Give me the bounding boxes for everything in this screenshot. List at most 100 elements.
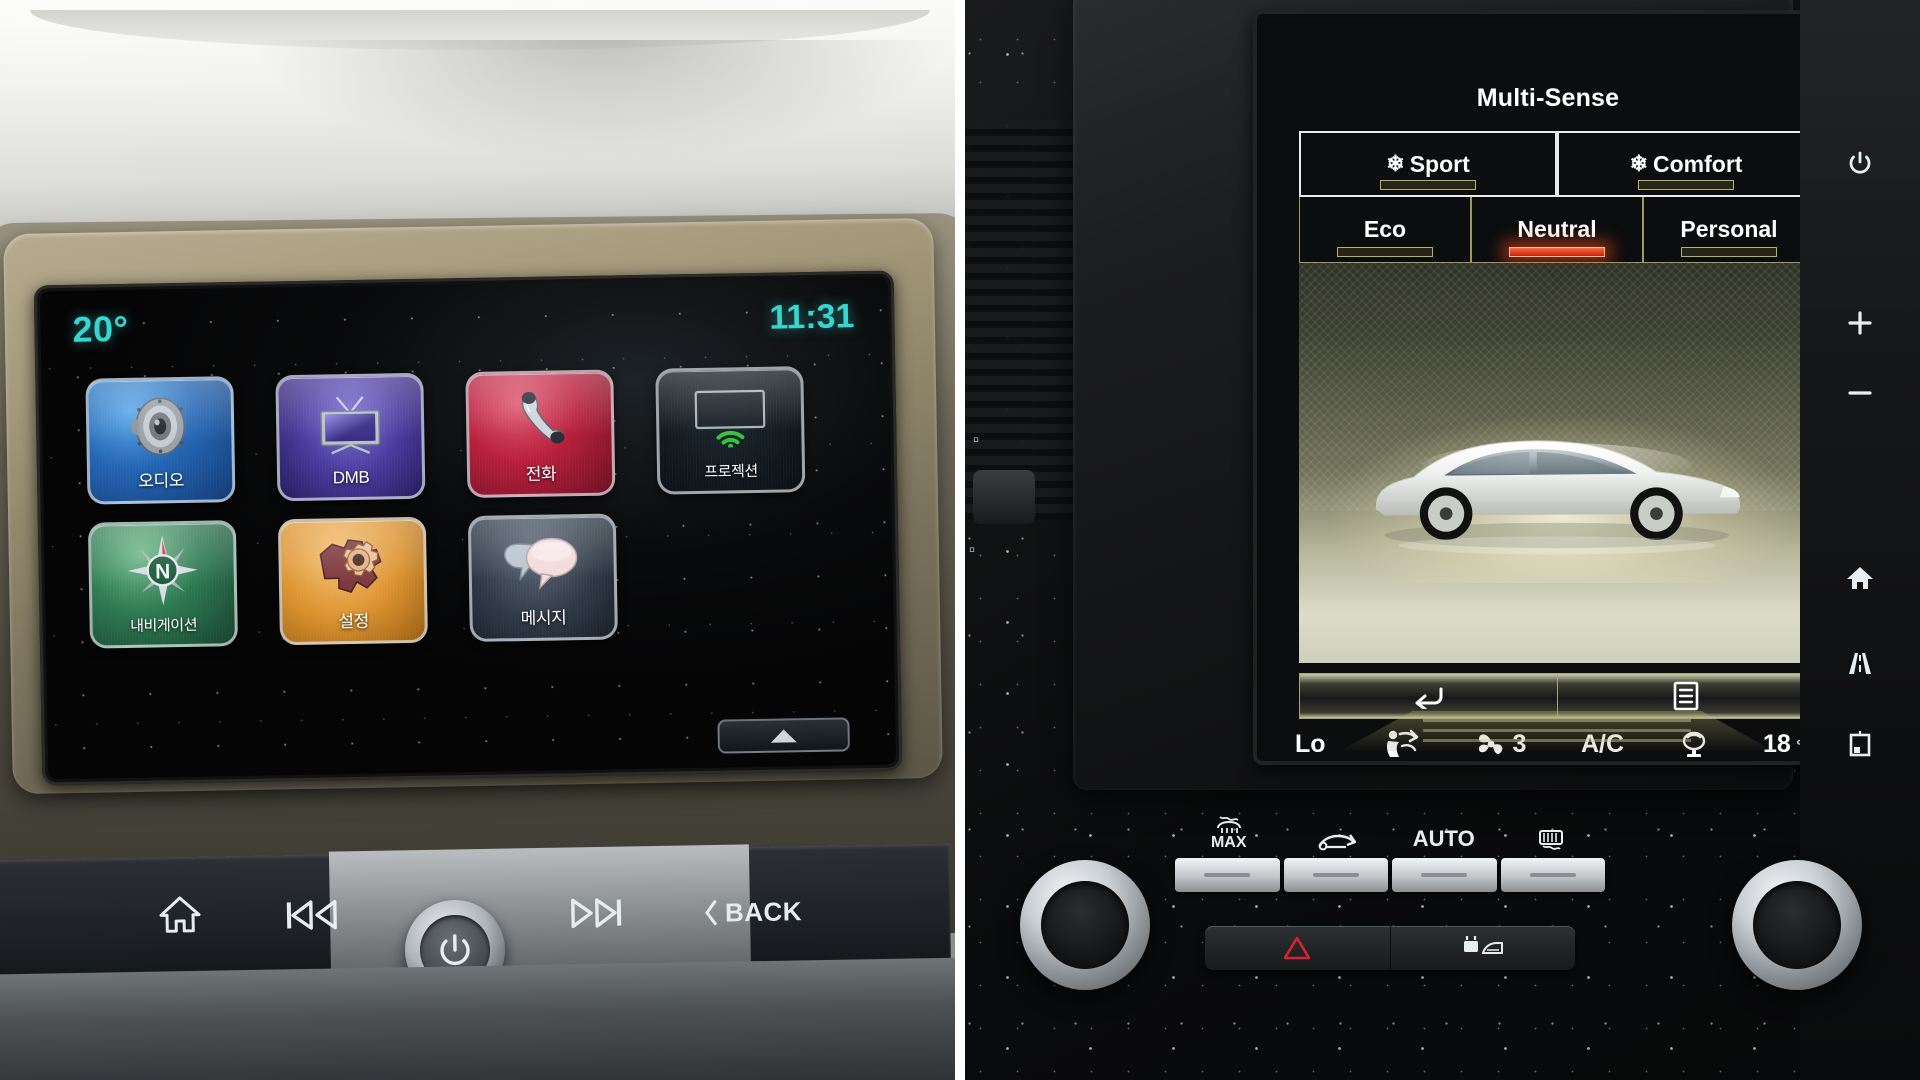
app-tile-phone[interactable]: 전화 xyxy=(465,369,616,499)
app-label: 메시지 xyxy=(520,608,567,629)
app-tile-dmb[interactable]: DMB xyxy=(275,372,426,502)
minus-icon xyxy=(1847,387,1873,399)
door-lock-icon xyxy=(1461,936,1505,960)
home-icon xyxy=(158,894,203,935)
right-dash-vent xyxy=(955,120,1075,520)
left-infotainment-system: 20° 11:31 오디오 DMB 전화 프로젝션 N 내비게이션 설정 메시지… xyxy=(0,0,955,1080)
left-screen-frame: 20° 11:31 오디오 DMB 전화 프로젝션 N 내비게이션 설정 메시지 xyxy=(33,270,903,786)
power-icon xyxy=(1847,150,1873,176)
plus-icon xyxy=(1847,310,1873,336)
power-button[interactable] xyxy=(1800,140,1920,186)
app-label: 내비게이션 xyxy=(130,616,198,635)
primary-mode-row: ❄ Sport ❄ Comfort xyxy=(1299,131,1815,197)
mode-tab-personal[interactable]: Personal xyxy=(1643,197,1815,263)
home-button[interactable] xyxy=(150,891,211,936)
secondary-mode-row: Eco Neutral Personal xyxy=(1299,197,1815,263)
message-icon xyxy=(471,526,614,600)
previous-track-button[interactable] xyxy=(278,894,349,935)
rear-defrost-button[interactable] xyxy=(1500,858,1605,892)
home-icon xyxy=(1846,565,1874,591)
next-track-icon xyxy=(563,895,628,930)
outside-temperature: 20° xyxy=(72,307,129,350)
hazard-lights-button[interactable] xyxy=(1205,926,1390,970)
mode-indicator-bar-active xyxy=(1509,247,1605,257)
gear-icon xyxy=(281,530,424,604)
driver-temperature-knob[interactable] xyxy=(1014,854,1156,996)
vent-marker-icon: ▫ xyxy=(973,430,980,449)
dual-infotainment-comparison: 20° 11:31 오디오 DMB 전화 프로젝션 N 내비게이션 설정 메시지… xyxy=(0,0,1920,1080)
hazard-lock-row xyxy=(1205,926,1575,970)
mode-selector: ❄ Sport ❄ Comfort Eco Neutral Personal xyxy=(1299,131,1815,263)
vent-adjust-knob[interactable] xyxy=(973,470,1035,524)
left-touchscreen[interactable]: 20° 11:31 오디오 DMB 전화 프로젝션 N 내비게이션 설정 메시지 xyxy=(39,276,897,780)
driver-temperature[interactable]: Lo xyxy=(1295,730,1326,758)
projection-icon xyxy=(658,379,801,453)
auto-climate-label: AUTO xyxy=(1412,826,1475,851)
windshield-curve xyxy=(250,40,950,160)
snowflake-icon: ❄ xyxy=(1386,151,1405,176)
mode-tab-neutral[interactable]: Neutral xyxy=(1471,197,1643,263)
app-tile-settings[interactable]: 설정 xyxy=(277,516,428,646)
central-lock-button[interactable] xyxy=(1389,926,1576,970)
app-tile-audio[interactable]: 오디오 xyxy=(85,376,236,505)
mode-label: Comfort xyxy=(1653,150,1743,177)
app-label: DMB xyxy=(332,467,370,488)
mode-indicator-bar xyxy=(1638,180,1734,190)
center-console-housing: Multi-Sense ❄ Sport ❄ Comfort Eco Neutra… xyxy=(1073,0,1843,790)
prev-track-icon xyxy=(281,897,346,932)
right-screen-frame: Multi-Sense ❄ Sport ❄ Comfort Eco Neutra… xyxy=(1253,10,1843,765)
hvac-button-labels: MAX AUTO xyxy=(1175,812,1605,852)
air-recirculation-button[interactable] xyxy=(1283,858,1388,892)
mode-tab-eco[interactable]: Eco xyxy=(1299,197,1471,263)
right-infotainment-system: ▫ ▫ Multi-Sense ❄ Sport ❄ Comfort Eco Ne… xyxy=(955,0,1920,1080)
max-defrost-label-group: MAX xyxy=(1175,812,1283,852)
lane-road-icon xyxy=(1843,651,1877,675)
mode-tab-sport[interactable]: ❄ Sport xyxy=(1299,131,1557,197)
rear-defrost-icon xyxy=(1537,828,1565,852)
panel-divider xyxy=(955,0,965,1080)
list-menu-icon xyxy=(1673,681,1699,711)
mode-label: Eco xyxy=(1363,216,1407,242)
television-icon xyxy=(279,386,422,460)
rear-defrost-label-group xyxy=(1498,812,1606,852)
recirculation-icon xyxy=(1316,828,1357,852)
max-defrost-button[interactable] xyxy=(1175,858,1280,892)
mode-tab-comfort[interactable]: ❄ Comfort xyxy=(1557,131,1815,197)
eject-button[interactable] xyxy=(717,717,850,754)
speaker-icon xyxy=(89,389,232,463)
svg-text:N: N xyxy=(155,560,171,583)
knob-center xyxy=(1041,881,1129,969)
app-label: 프로젝션 xyxy=(704,462,759,481)
max-defrost-icon xyxy=(1214,814,1244,834)
auto-climate-button[interactable] xyxy=(1392,858,1497,892)
volume-up-button[interactable] xyxy=(1800,300,1920,346)
next-track-button[interactable] xyxy=(560,892,631,933)
app-label: 설정 xyxy=(338,611,370,632)
volume-down-button[interactable] xyxy=(1800,370,1920,416)
passenger-temperature-knob[interactable] xyxy=(1726,854,1868,996)
chevron-left-icon xyxy=(704,900,718,926)
app-tile-projection[interactable]: 프로젝션 xyxy=(655,366,806,495)
back-button-label: BACK xyxy=(724,895,803,927)
lower-dash-trim xyxy=(0,957,955,1080)
app-label: 오디오 xyxy=(138,470,185,491)
passenger-temp-value: 18 xyxy=(1763,729,1791,758)
status-bar: 20° 11:31 xyxy=(40,287,889,352)
back-button[interactable]: BACK xyxy=(688,893,819,931)
app-label: 전화 xyxy=(525,464,557,484)
app-tile-message[interactable]: 메시지 xyxy=(467,513,618,642)
home-button[interactable] xyxy=(1800,555,1920,601)
power-icon xyxy=(435,930,476,971)
vehicle-illustration xyxy=(1340,423,1773,559)
page-title: Multi-Sense xyxy=(1476,84,1620,112)
display-settings-button[interactable] xyxy=(1800,720,1920,766)
knob-center xyxy=(1753,881,1841,969)
eject-icon xyxy=(770,728,797,743)
multi-sense-touchscreen[interactable]: Multi-Sense ❄ Sport ❄ Comfort Eco Neutra… xyxy=(1261,18,1835,757)
compass-icon: N xyxy=(91,533,234,607)
mode-label: Personal xyxy=(1680,216,1778,242)
driving-assist-button[interactable] xyxy=(1800,640,1920,686)
app-tile-navigation[interactable]: N 내비게이션 xyxy=(87,520,239,649)
panel-marker-icon: ▫ xyxy=(969,540,976,559)
mode-label: Sport xyxy=(1409,150,1470,177)
